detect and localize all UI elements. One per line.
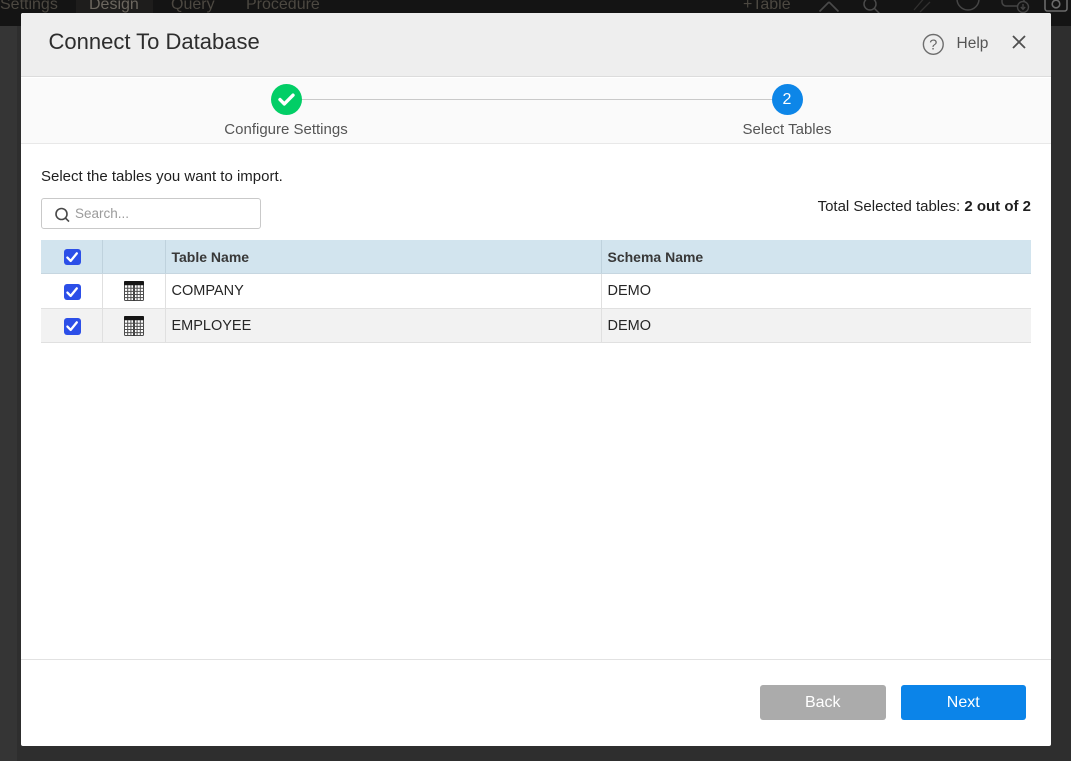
svg-text:?: ? [929,37,937,53]
